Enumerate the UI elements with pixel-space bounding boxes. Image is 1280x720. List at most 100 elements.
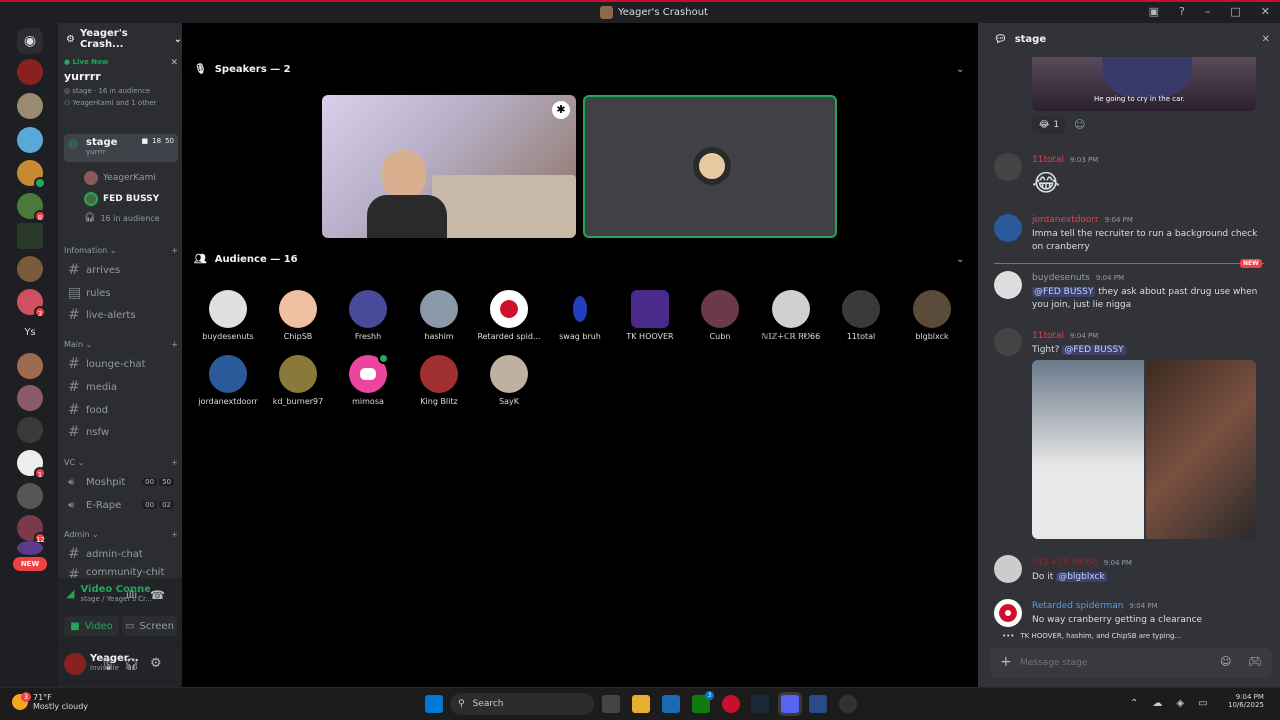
server-icon[interactable]: [17, 223, 43, 249]
audience-member[interactable]: Cubn: [685, 290, 755, 341]
server-icon[interactable]: [17, 353, 43, 379]
image-attachment[interactable]: [1032, 360, 1256, 539]
audience-member[interactable]: ℕ𝕀ℤ∔ℂℝ ᏒᎧ66: [756, 290, 826, 342]
server-icon[interactable]: [17, 256, 43, 282]
avatar[interactable]: [64, 653, 86, 675]
volume-icon[interactable]: ◈: [1176, 698, 1184, 709]
headphones-icon[interactable]: 🎧︎: [124, 657, 139, 671]
server-icon[interactable]: [17, 127, 43, 153]
channel-e-rape[interactable]: 🔊︎ E-Rape 00 02: [64, 495, 178, 515]
server-icon[interactable]: 8: [17, 193, 46, 222]
add-channel-icon[interactable]: +: [171, 246, 178, 255]
audience-member[interactable]: Freshh: [333, 290, 403, 341]
taskbar-search[interactable]: ⚲ Search: [450, 693, 594, 715]
speaker-avatar-tile[interactable]: [583, 95, 837, 238]
add-attachment-icon[interactable]: +: [1000, 654, 1012, 670]
task-view-icon[interactable]: [602, 695, 620, 713]
audience-member[interactable]: Retarded spid...: [474, 290, 544, 341]
network-icon[interactable]: ☁: [1152, 698, 1162, 709]
server-icon[interactable]: Ys: [17, 320, 43, 346]
collapse-speakers-icon[interactable]: ⌄: [956, 64, 964, 75]
channel-rules[interactable]: ▤ rules: [64, 283, 178, 303]
category-main[interactable]: Main ⌄ +: [64, 340, 178, 349]
message-input[interactable]: [1020, 653, 1200, 673]
reaction[interactable]: 😂 1: [1032, 116, 1066, 134]
soundboard-icon[interactable]: ıllı: [126, 590, 137, 601]
avatar[interactable]: [994, 328, 1022, 356]
inbox-icon[interactable]: ▣: [1149, 5, 1159, 18]
avatar[interactable]: [994, 214, 1022, 242]
audience-member[interactable]: TK HOOVER: [615, 290, 685, 341]
audience-member[interactable]: hashim: [404, 290, 474, 341]
audience-member[interactable]: 11total: [826, 290, 896, 341]
channel-live-alerts[interactable]: # live-alerts: [64, 305, 178, 325]
audience-member[interactable]: jordanextdoorr: [193, 355, 263, 406]
help-icon[interactable]: ?: [1179, 5, 1185, 18]
maximize-button[interactable]: □: [1230, 5, 1240, 18]
audience-member[interactable]: ChipSB: [263, 290, 333, 341]
speaker-video-tile[interactable]: ✱: [322, 95, 576, 238]
discord-icon[interactable]: [781, 695, 799, 713]
channel-arrives[interactable]: # arrives: [64, 260, 178, 280]
audience-member[interactable]: buydesenuts: [193, 290, 263, 341]
channel-admin-chat[interactable]: # admin-chat: [64, 544, 178, 564]
mic-toggle-icon[interactable]: 🎙︎: [100, 657, 115, 671]
category-info[interactable]: Infomation ⌄ +: [64, 246, 178, 255]
file-explorer-icon[interactable]: [632, 695, 650, 713]
video-button[interactable]: ■ Video: [64, 616, 119, 636]
add-channel-icon[interactable]: +: [171, 458, 178, 467]
minimize-button[interactable]: –: [1205, 5, 1211, 18]
system-tray[interactable]: ⌃ ☁ ◈ ▭: [1130, 698, 1208, 709]
video-embed[interactable]: He going to cry in the car.: [1032, 57, 1256, 111]
close-window-button[interactable]: ✕: [1261, 5, 1270, 18]
app-icon[interactable]: [809, 695, 827, 713]
disconnect-icon[interactable]: ☎: [150, 588, 165, 602]
channel-lounge-chat[interactable]: # lounge-chat: [64, 354, 178, 374]
server-icon[interactable]: [17, 541, 43, 555]
audience-member[interactable]: King Blitz: [404, 355, 474, 406]
screen-share-icon[interactable]: ✱: [552, 101, 570, 119]
avatar[interactable]: [994, 599, 1022, 627]
avatar[interactable]: [994, 153, 1022, 181]
avatar[interactable]: [994, 271, 1022, 299]
server-icon[interactable]: [17, 483, 43, 509]
server-icon[interactable]: [17, 93, 43, 119]
audience-member[interactable]: mimosa: [333, 353, 403, 406]
settings-gear-icon[interactable]: ⚙: [150, 656, 162, 671]
new-unreads-badge[interactable]: NEW: [13, 557, 47, 571]
add-channel-icon[interactable]: +: [171, 340, 178, 349]
windows-start-icon[interactable]: [425, 695, 443, 713]
server-icon[interactable]: 3: [17, 289, 46, 318]
server-icon[interactable]: [17, 385, 43, 411]
audience-member[interactable]: blgblxck: [897, 290, 967, 341]
clock[interactable]: 9:04 PM 10/6/2025: [1228, 693, 1264, 709]
server-icon[interactable]: [17, 417, 43, 443]
close-chat-icon[interactable]: ✕: [1262, 34, 1270, 45]
category-admin[interactable]: Admin ⌄ +: [64, 530, 178, 539]
battery-icon[interactable]: ▭: [1198, 698, 1207, 709]
add-channel-icon[interactable]: +: [171, 530, 178, 539]
server-icon[interactable]: [17, 59, 43, 85]
audience-member[interactable]: SayK: [474, 355, 544, 406]
screen-share-button[interactable]: ▭ Screen: [122, 616, 177, 636]
category-vc[interactable]: VC ⌄ +: [64, 458, 178, 467]
channel-nsfw[interactable]: # nsfw: [64, 422, 178, 442]
channel-community-chit[interactable]: # community-chit: [64, 567, 178, 578]
add-reaction-icon[interactable]: ☺: [1074, 118, 1085, 131]
avatar[interactable]: [994, 555, 1022, 583]
server-icon[interactable]: 1: [17, 450, 46, 479]
server-icon[interactable]: 12: [17, 515, 46, 544]
steam-icon[interactable]: [751, 695, 769, 713]
channel-media[interactable]: # media: [64, 377, 178, 397]
audience-member[interactable]: swag bruh: [545, 290, 615, 341]
audience-member[interactable]: kd_burner97: [263, 355, 333, 406]
channel-stage[interactable]: ◎ stage yurrrr ■ 18 50: [64, 134, 178, 162]
chevron-up-icon[interactable]: ⌃: [1130, 698, 1138, 709]
close-icon[interactable]: ✕: [170, 58, 178, 68]
channel-food[interactable]: # food: [64, 400, 178, 420]
stage-member[interactable]: YeagerKami: [84, 171, 156, 185]
discord-home-icon[interactable]: ◉: [17, 28, 43, 54]
weather-widget[interactable]: 71°F Mostly cloudy: [33, 693, 88, 711]
server-icon[interactable]: [17, 160, 46, 189]
app-icon[interactable]: [839, 695, 857, 713]
